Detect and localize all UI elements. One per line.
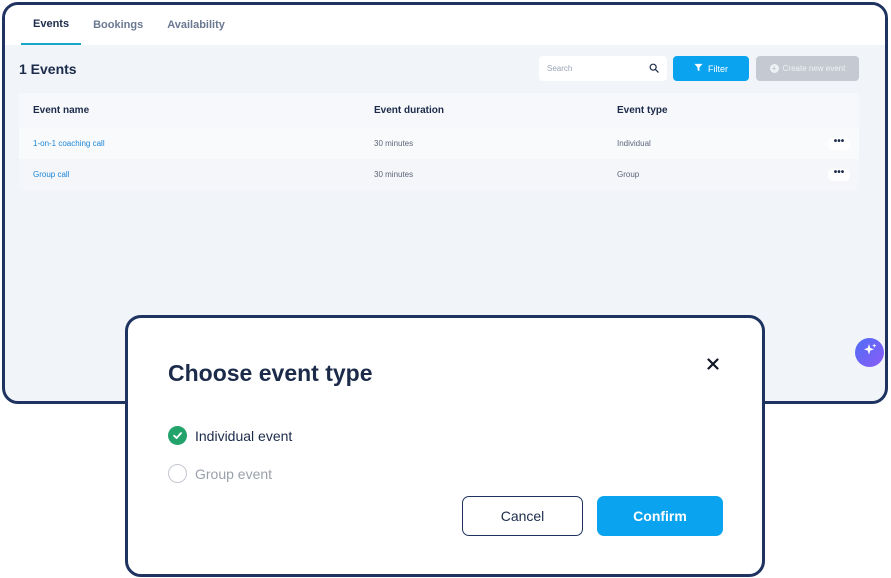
event-name-link[interactable]: Group call [33, 170, 69, 179]
confirm-button[interactable]: Confirm [597, 496, 723, 536]
search-icon[interactable] [649, 60, 659, 78]
tab-availability[interactable]: Availability [155, 5, 237, 45]
header-event-duration: Event duration [374, 105, 445, 116]
event-duration: 30 minutes [374, 170, 414, 179]
plus-circle-icon: + [769, 64, 779, 73]
choose-event-type-modal: Choose event type Individual event Group… [125, 315, 765, 577]
events-count: 1 Events [19, 61, 77, 77]
header-event-name: Event name [33, 105, 90, 116]
radio-empty-icon[interactable] [168, 464, 187, 483]
cancel-button[interactable]: Cancel [462, 496, 583, 536]
create-new-event-button[interactable]: + Create new event [756, 56, 859, 81]
event-name-link[interactable]: 1-on-1 coaching call [33, 139, 105, 148]
event-type: Group [617, 170, 640, 179]
create-label: Create new event [782, 64, 846, 73]
modal-title: Choose event type [168, 360, 373, 386]
tab-bar: Events Bookings Availability [5, 5, 885, 45]
close-icon[interactable] [707, 357, 719, 375]
close-button[interactable] [705, 358, 721, 374]
tab-events[interactable]: Events [21, 5, 82, 45]
table-header: Event name Event duration Event type [19, 93, 859, 128]
search-input[interactable] [547, 64, 649, 73]
search-box[interactable] [539, 56, 667, 81]
tab-bookings[interactable]: Bookings [81, 5, 155, 45]
filter-icon [694, 63, 703, 74]
check-circle-icon[interactable] [168, 426, 187, 445]
assistant-button[interactable] [855, 338, 884, 367]
filter-label: Filter [708, 63, 728, 74]
event-type: Individual [617, 139, 651, 148]
table-row: Group call 30 minutes Group ••• [19, 159, 859, 190]
events-table: Event name Event duration Event type 1-o… [19, 93, 859, 190]
more-options-button[interactable]: ••• [828, 167, 850, 181]
table-row: 1-on-1 coaching call 30 minutes Individu… [19, 128, 859, 159]
filter-button[interactable]: Filter [673, 56, 749, 81]
sparkle-icon [862, 342, 878, 363]
header-event-type: Event type [617, 105, 668, 116]
option-label: Group event [195, 465, 273, 482]
option-group-event[interactable]: Group event [168, 464, 272, 483]
more-options-button[interactable]: ••• [828, 136, 850, 150]
option-label: Individual event [195, 427, 293, 444]
event-duration: 30 minutes [374, 139, 414, 148]
option-individual-event[interactable]: Individual event [168, 426, 292, 445]
